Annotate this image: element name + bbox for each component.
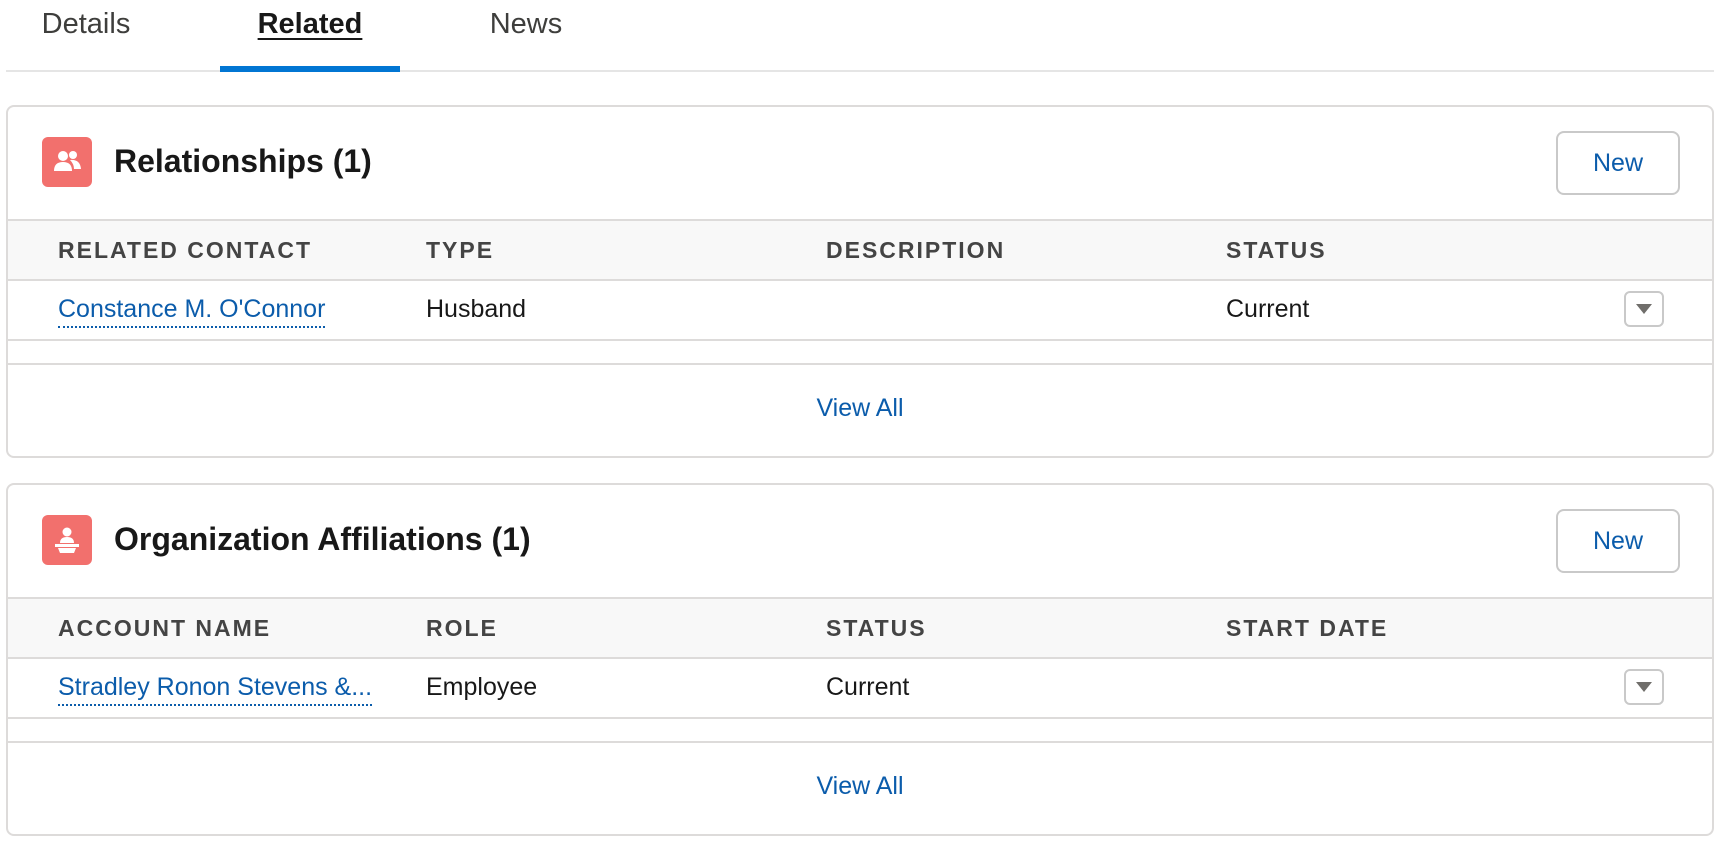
column-header-status[interactable]: STATUS [1226, 237, 1327, 264]
column-header-related-contact[interactable]: RELATED CONTACT [58, 237, 312, 264]
related-contact-link[interactable]: Constance M. O'Connor [58, 295, 326, 328]
relationships-card: Relationships (1) New RELATED CONTACT TY… [6, 105, 1714, 458]
role-cell: Employee [426, 673, 538, 701]
column-header-type[interactable]: TYPE [426, 237, 494, 264]
column-header-start-date[interactable]: START DATE [1226, 615, 1388, 642]
card-footer: View All [8, 743, 1712, 829]
tab-details-label: Details [41, 8, 131, 40]
tab-bar: Details Related News [6, 0, 1714, 72]
table-header: RELATED CONTACT TYPE DESCRIPTION STATUS [8, 219, 1712, 281]
card-title: Organization Affiliations (1) [114, 521, 531, 557]
tab-related[interactable]: Related [220, 8, 400, 72]
table-spacer [8, 719, 1712, 743]
affiliation-icon [42, 515, 92, 565]
status-cell: Current [826, 673, 910, 701]
new-affiliation-button[interactable]: New [1556, 509, 1680, 573]
view-all-link[interactable]: View All [816, 394, 903, 423]
card-title: Relationships (1) [114, 143, 372, 179]
row-actions-button[interactable] [1624, 291, 1664, 327]
table-header: ACCOUNT NAME ROLE STATUS START DATE [8, 597, 1712, 659]
card-header: Relationships (1) New [8, 107, 1712, 219]
status-cell: Current [1226, 295, 1310, 323]
tab-news-label: News [489, 8, 563, 40]
tab-details[interactable]: Details [36, 8, 136, 70]
table-row: Stradley Ronon Stevens &... Employee Cur… [8, 659, 1712, 719]
tab-news[interactable]: News [476, 8, 576, 70]
column-header-description[interactable]: DESCRIPTION [826, 237, 1005, 264]
view-all-link[interactable]: View All [816, 772, 903, 801]
column-header-role[interactable]: ROLE [426, 615, 498, 642]
account-name-link[interactable]: Stradley Ronon Stevens &... [58, 673, 373, 706]
chevron-down-icon [1636, 304, 1652, 314]
card-header: Organization Affiliations (1) New [8, 485, 1712, 597]
relationship-icon [42, 137, 92, 187]
affiliations-card: Organization Affiliations (1) New ACCOUN… [6, 483, 1714, 836]
new-relationship-button[interactable]: New [1556, 131, 1680, 195]
row-actions-button[interactable] [1624, 669, 1664, 705]
table-row: Constance M. O'Connor Husband Current [8, 281, 1712, 341]
type-cell: Husband [426, 295, 527, 323]
column-header-status[interactable]: STATUS [826, 615, 927, 642]
card-footer: View All [8, 365, 1712, 451]
column-header-account-name[interactable]: ACCOUNT NAME [58, 615, 271, 642]
chevron-down-icon [1636, 682, 1652, 692]
table-spacer [8, 341, 1712, 365]
tab-related-label: Related [257, 8, 363, 40]
